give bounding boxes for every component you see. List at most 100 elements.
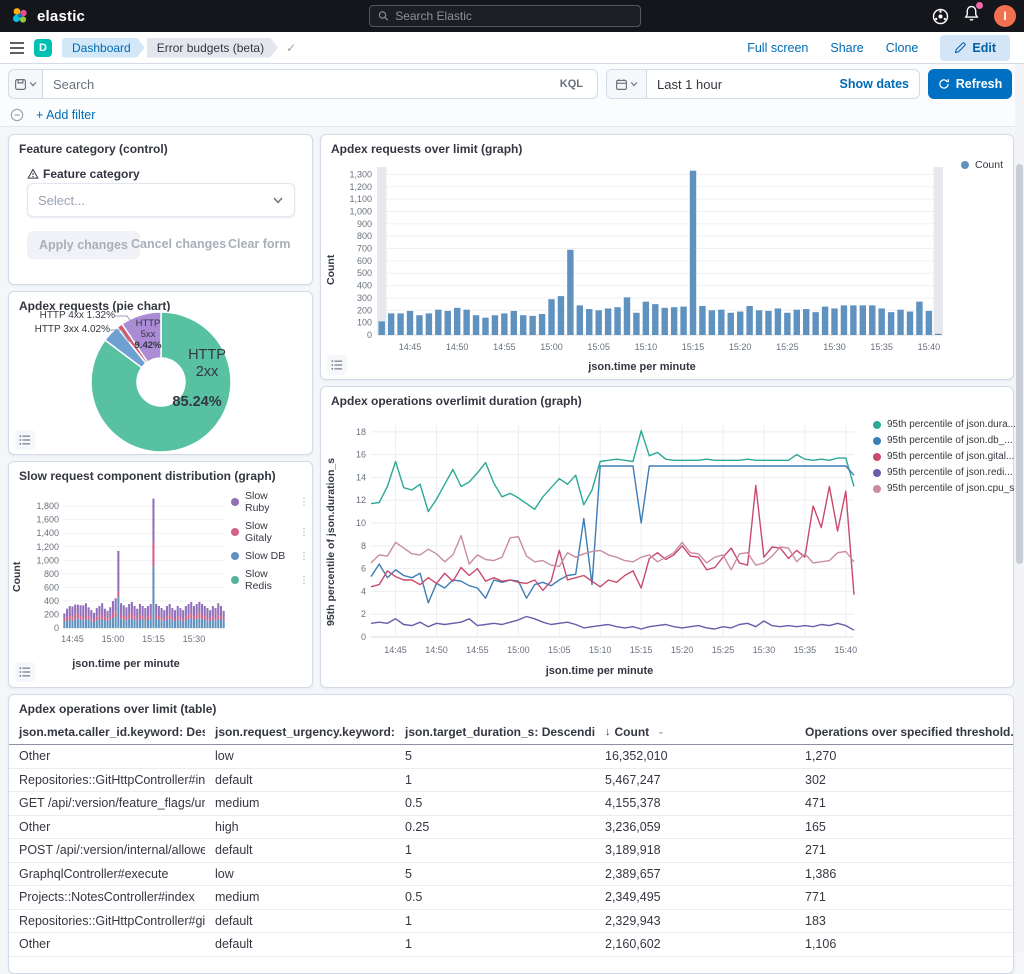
table-cell: 2,160,602 <box>595 937 795 951</box>
legend-dot <box>231 552 239 560</box>
legend-item[interactable]: 95th percentile of json.dura... <box>873 419 1011 430</box>
svg-text:1,600: 1,600 <box>36 515 59 525</box>
full-screen-button[interactable]: Full screen <box>747 41 808 55</box>
elastic-logo[interactable]: elastic <box>0 6 85 26</box>
legend-actions-icon[interactable]: ⋮ <box>299 575 309 586</box>
date-menu-button[interactable] <box>607 70 647 98</box>
filter-options-icon[interactable] <box>10 108 24 122</box>
panel-options-button[interactable] <box>15 430 35 450</box>
page-scrollbar-track[interactable] <box>1015 64 1024 952</box>
svg-text:15:00: 15:00 <box>507 645 530 655</box>
svg-text:800: 800 <box>44 569 59 579</box>
global-search[interactable] <box>369 5 641 27</box>
panel-title: Apdex requests over limit (graph) <box>331 142 522 156</box>
apply-changes-button[interactable]: Apply changes <box>27 231 140 259</box>
svg-text:15:40: 15:40 <box>918 342 941 352</box>
time-range-value[interactable]: Last 1 hour <box>647 77 722 92</box>
table-row[interactable]: Projects::NotesController#indexmedium0.5… <box>9 886 1013 910</box>
legend-dot <box>873 453 881 461</box>
legend-item[interactable]: 95th percentile of json.cpu_s <box>873 483 1011 494</box>
table-row[interactable]: Otherlow516,352,0101,270 <box>9 745 1013 769</box>
svg-text:14:55: 14:55 <box>466 645 489 655</box>
table-cell: 5,467,247 <box>595 773 795 787</box>
legend-item[interactable]: Slow Redis⋮ <box>231 568 309 592</box>
legend-actions-icon[interactable]: ⋮ <box>299 527 309 538</box>
svg-text:15:30: 15:30 <box>753 645 776 655</box>
panel-slow-request-distribution: Slow request component distribution (gra… <box>8 461 313 688</box>
share-button[interactable]: Share <box>830 41 863 55</box>
svg-text:200: 200 <box>44 609 59 619</box>
cancel-changes-button[interactable]: Cancel changes <box>131 237 226 251</box>
table-cell: Other <box>9 937 205 951</box>
legend-actions-icon[interactable]: ⋮ <box>299 551 309 562</box>
svg-text:15:20: 15:20 <box>671 645 694 655</box>
edit-button[interactable]: Edit <box>940 35 1010 61</box>
global-search-input[interactable] <box>395 9 632 23</box>
pie-center-label-2xx: HTTP 2xx <box>169 347 245 381</box>
legend-item[interactable]: 95th percentile of json.gital... <box>873 451 1011 462</box>
column-header-count[interactable]: ↓ Count⌄ <box>595 725 795 739</box>
show-dates-button[interactable]: Show dates <box>840 77 919 91</box>
legend-item[interactable]: 95th percentile of json.redi... <box>873 467 1011 478</box>
table-cell: 1,270 <box>795 749 1013 763</box>
table-cell: 2,329,943 <box>595 914 795 928</box>
svg-text:1,000: 1,000 <box>36 555 59 565</box>
space-badge[interactable]: D <box>34 39 52 57</box>
notifications-button[interactable] <box>963 5 980 27</box>
kql-language-button[interactable]: KQL <box>556 76 587 92</box>
user-avatar[interactable]: I <box>994 5 1016 27</box>
y-axis-title: Count <box>11 542 23 612</box>
add-filter-button[interactable]: + Add filter <box>36 108 95 122</box>
column-header-caller-id[interactable]: json.meta.caller_id.keyword: Desce...⌄ <box>9 725 205 739</box>
panel-options-button[interactable] <box>15 662 35 682</box>
feature-category-select[interactable]: Select... <box>27 183 295 217</box>
column-header-operations-over-threshold[interactable]: Operations over specified threshold...⌄ <box>795 725 1013 739</box>
table-cell: 1 <box>395 843 595 857</box>
clone-button[interactable]: Clone <box>886 41 919 55</box>
svg-text:15:15: 15:15 <box>630 645 653 655</box>
search-icon <box>378 10 389 22</box>
legend-dot <box>873 437 881 445</box>
svg-text:15:00: 15:00 <box>102 634 125 644</box>
table-cell: Other <box>9 820 205 834</box>
saved-query-icon <box>14 78 27 91</box>
table-row[interactable]: Otherhigh0.253,236,059165 <box>9 816 1013 840</box>
svg-text:10: 10 <box>356 518 366 528</box>
column-header-request-urgency[interactable]: json.request_urgency.keyword: Des...⌄ <box>205 725 395 739</box>
refresh-button-label: Refresh <box>956 77 1003 91</box>
legend-item[interactable]: Slow Gitaly⋮ <box>231 520 309 544</box>
saved-query-menu-button[interactable] <box>8 69 42 99</box>
svg-text:0: 0 <box>361 632 366 642</box>
refresh-button[interactable]: Refresh <box>928 69 1012 99</box>
clear-form-button[interactable]: Clear form <box>228 237 291 251</box>
legend-label: 95th percentile of json.db_... <box>887 435 1013 446</box>
svg-text:15:25: 15:25 <box>712 645 735 655</box>
calendar-icon <box>615 78 628 91</box>
y-axis-title: 95th percentile of json.duration_s <box>325 457 337 627</box>
legend-actions-icon[interactable]: ⋮ <box>299 497 309 508</box>
svg-text:14:50: 14:50 <box>425 645 448 655</box>
column-header-target-duration[interactable]: json.target_duration_s: Descending⌄ <box>395 725 595 739</box>
cloud-deployment-icon[interactable] <box>932 8 949 25</box>
legend-item[interactable]: Slow DB⋮ <box>231 550 309 562</box>
table-row[interactable]: Repositories::GitHttpController#info_ref… <box>9 769 1013 793</box>
svg-text:16: 16 <box>356 450 366 460</box>
legend-item[interactable]: Slow Ruby⋮ <box>231 490 309 514</box>
page-scrollbar-thumb[interactable] <box>1016 164 1023 564</box>
table-row[interactable]: Otherdefault12,160,6021,106 <box>9 933 1013 957</box>
legend-dot <box>873 421 881 429</box>
menu-toggle-button[interactable] <box>0 41 34 55</box>
legend-item[interactable]: Count <box>961 159 1003 171</box>
table-row[interactable]: Repositories::GitHttpController#git_upl.… <box>9 910 1013 934</box>
legend-item[interactable]: 95th percentile of json.db_... <box>873 435 1011 446</box>
table-row[interactable]: GraphqlController#executelow52,389,6571,… <box>9 863 1013 887</box>
kql-search-box[interactable]: KQL <box>42 69 598 99</box>
panel-options-button[interactable] <box>327 355 347 375</box>
panel-options-icon <box>19 666 31 678</box>
table-row[interactable]: POST /api/:version/internal/alloweddefau… <box>9 839 1013 863</box>
bar-chart: 01002003004005006007008009001,0001,1001,… <box>335 159 949 357</box>
kql-search-input[interactable] <box>53 77 556 92</box>
select-placeholder: Select... <box>38 193 85 208</box>
table-row[interactable]: GET /api/:version/feature_flags/unleash.… <box>9 792 1013 816</box>
breadcrumb-dashboard[interactable]: Dashboard <box>62 38 145 58</box>
